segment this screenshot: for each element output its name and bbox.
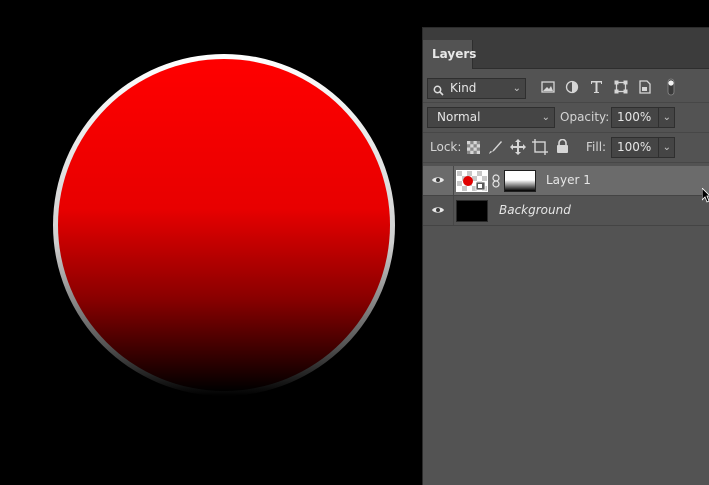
panel-tab-bar: Layers xyxy=(423,28,709,69)
opacity-label: Opacity: xyxy=(560,110,610,124)
chevron-down-icon: ⌄ xyxy=(512,83,521,94)
layer-name: Layer 1 xyxy=(546,173,591,187)
layers-panel: Layers Kind ⌄ Normal ⌄ Opacity: 100% ⌄ L… xyxy=(422,27,709,485)
canvas-artwork xyxy=(53,54,395,396)
filter-kind-label: Kind xyxy=(450,81,477,95)
lock-all-icon[interactable] xyxy=(556,138,569,157)
fill-slider-toggle[interactable]: ⌄ xyxy=(658,137,675,158)
smart-object-filter-icon[interactable] xyxy=(639,80,651,97)
document-canvas[interactable] xyxy=(0,0,422,485)
chevron-down-icon: ⌄ xyxy=(541,112,550,123)
image-filter-icon[interactable] xyxy=(541,81,555,96)
red-gradient-circle xyxy=(58,59,390,391)
row-divider xyxy=(453,166,454,195)
mask-link-icon[interactable] xyxy=(492,174,500,191)
lock-image-pixels-icon[interactable] xyxy=(488,140,503,158)
fill-input[interactable]: 100% xyxy=(611,137,659,158)
visibility-eye-icon[interactable] xyxy=(431,174,445,188)
shape-filter-icon[interactable] xyxy=(614,80,628,97)
search-icon xyxy=(433,83,444,102)
lock-artboard-icon[interactable] xyxy=(532,139,548,158)
filter-row: Kind ⌄ xyxy=(423,73,709,103)
visibility-eye-icon[interactable] xyxy=(431,204,445,218)
layer-name: Background xyxy=(499,203,571,217)
adjustment-filter-icon[interactable] xyxy=(565,80,579,97)
tab-layers[interactable]: Layers xyxy=(423,40,476,69)
filter-toggle-icon[interactable] xyxy=(667,78,675,99)
opacity-input[interactable]: 100% xyxy=(611,107,659,128)
cursor-icon xyxy=(701,187,709,207)
layer-1-thumbnail[interactable] xyxy=(456,170,488,192)
opacity-slider-toggle[interactable]: ⌄ xyxy=(658,107,675,128)
opacity-value: 100% xyxy=(617,110,652,124)
blend-mode-dropdown[interactable]: Normal ⌄ xyxy=(427,107,555,128)
blend-mode-value: Normal xyxy=(437,110,481,124)
background-thumbnail[interactable] xyxy=(456,200,488,222)
lock-row: Lock: Fill: 100% ⌄ xyxy=(423,133,709,163)
lock-transparent-pixels-icon[interactable] xyxy=(467,141,480,157)
chevron-down-icon: ⌄ xyxy=(662,112,671,123)
fill-value: 100% xyxy=(617,140,652,154)
lock-label: Lock: xyxy=(430,140,462,154)
layer-row-layer-1[interactable]: Layer 1 xyxy=(423,166,709,196)
type-filter-icon[interactable] xyxy=(590,80,603,97)
row-divider xyxy=(453,196,454,225)
fill-label: Fill: xyxy=(586,140,607,154)
blend-row: Normal ⌄ Opacity: 100% ⌄ xyxy=(423,103,709,133)
chevron-down-icon: ⌄ xyxy=(662,142,671,153)
layer-row-background[interactable]: Background xyxy=(423,196,709,226)
layer-mask-thumbnail[interactable] xyxy=(504,170,536,192)
filter-kind-dropdown[interactable]: Kind ⌄ xyxy=(427,78,526,99)
lock-position-icon[interactable] xyxy=(510,139,526,158)
